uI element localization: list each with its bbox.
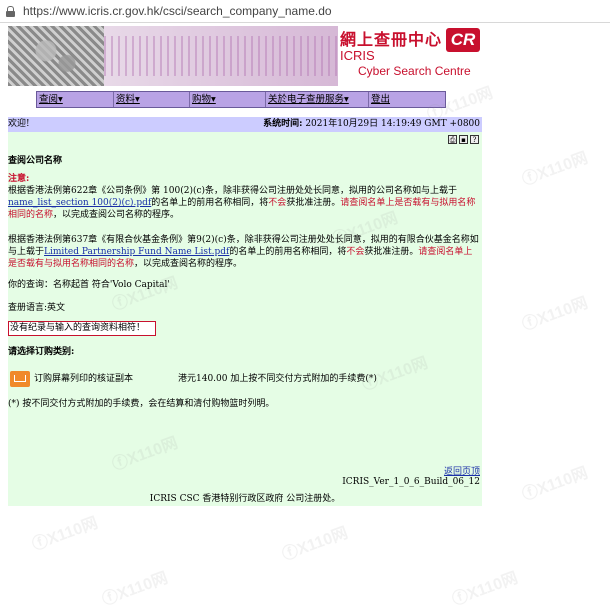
version-text: ICRIS_Ver_1_0_6_Build_06_12: [342, 477, 480, 487]
banner-subtitle: Cyber Search Centre: [358, 64, 471, 78]
order-item-label[interactable]: 订购屏幕列印的核证副本: [34, 373, 174, 385]
menu-item-about[interactable]: 关於电子查册服务▾: [266, 92, 369, 107]
language-line: 查册语言:英文: [8, 302, 480, 314]
para1-text-d: ，以完成查阅公司名称的程序。: [53, 210, 180, 220]
address-bar[interactable]: https://www.icris.cr.gov.hk/csci/search_…: [0, 0, 610, 23]
page-title: 查阅公司名称: [8, 156, 63, 166]
page-tools: ⎙ ▪ ?: [448, 135, 479, 144]
system-time-value: 2021年10月29日 14:19:49 GMT +0800: [305, 119, 480, 129]
query-label: 你的查询：: [8, 280, 54, 290]
order-item-price: 港元140.00 加上按不同交付方式附加的手续费(*): [178, 374, 377, 384]
order-title: 请选择订购类别:: [8, 347, 75, 357]
banner-image-middle: [104, 26, 338, 86]
cr-logo: CR: [446, 28, 480, 52]
para2-text-c: 获批准注册。: [364, 247, 419, 257]
print-icon[interactable]: ⎙: [448, 135, 457, 144]
query-value: 名称起首 符合'Volo Capital': [53, 280, 170, 290]
watermark: ⓕX110网: [30, 514, 101, 555]
help-icon[interactable]: ?: [470, 135, 479, 144]
notice-paragraph-1: 根据香港法例第622章《公司条例》第 100(2)(c)条，除非获得公司注册处处…: [8, 185, 480, 221]
lock-icon: [6, 6, 15, 17]
para2-text-d: ，以完成查阅名称的程序。: [134, 259, 243, 269]
main-content: 欢迎! 系统时间: 2021年10月29日 14:19:49 GMT +0800…: [8, 117, 482, 506]
back-to-top-link[interactable]: 返回页顶: [444, 464, 480, 477]
save-icon[interactable]: ▪: [459, 135, 468, 144]
watermark: ⓕX110网: [100, 569, 171, 610]
footer-text: ICRIS CSC 香港特别行政区政府 公司注册处。: [149, 494, 341, 504]
watermark: ⓕX110网: [450, 569, 521, 610]
watermark: ⓕX110网: [280, 524, 351, 565]
watermark: ⓕX110网: [520, 294, 591, 335]
name-list-link[interactable]: name_list_section 100(2)(c).pdf: [8, 198, 151, 208]
system-time: 系统时间: 2021年10月29日 14:19:49 GMT +0800: [263, 117, 480, 132]
no-record-message: 没有纪录与输入的查询资料相符！: [8, 321, 156, 336]
main-menu: 查阅▾ 资料▾ 购物▾ 关於电子查册服务▾ 登出: [36, 91, 446, 108]
system-time-label: 系统时间:: [263, 119, 303, 129]
notice-paragraph-2: 根据香港法例第637章《有限合伙基金条例》第9(2)(c)条，除非获得公司注册处…: [8, 234, 480, 270]
shopping-cart-icon[interactable]: [10, 371, 30, 387]
watermark: ⓕX110网: [520, 149, 591, 190]
menu-item-logout[interactable]: 登出: [369, 92, 445, 107]
para1-text-c: 获批准注册。: [286, 198, 341, 208]
language-label: 查册语言:: [8, 303, 48, 313]
banner-brand: ICRIS: [340, 48, 375, 63]
banner-title-cn: 網上查冊中心: [340, 30, 443, 49]
handling-fee-footnote: (*) 按不同交付方式附加的手续费，会在结算和清付购物篮时列明。: [8, 399, 275, 409]
site-banner: 網上查冊中心 CR ICRIS Cyber Search Centre: [8, 26, 482, 86]
url-text[interactable]: https://www.icris.cr.gov.hk/csci/search_…: [23, 4, 332, 18]
menu-item-shopping[interactable]: 购物▾: [190, 92, 266, 107]
para1-not-word: 不会: [268, 198, 287, 208]
welcome-text: 欢迎!: [8, 119, 30, 129]
note-label: 注意:: [8, 174, 30, 184]
banner-image-left: [8, 26, 104, 86]
lpf-name-list-link[interactable]: Limited Partnership Fund Name List.pdf: [44, 247, 229, 257]
language-value: 英文: [47, 303, 66, 313]
menu-item-info[interactable]: 资料▾: [114, 92, 190, 107]
menu-item-search[interactable]: 查阅▾: [37, 92, 114, 107]
query-line: 你的查询：名称起首 符合'Volo Capital': [8, 279, 480, 291]
watermark: ⓕX110网: [520, 464, 591, 505]
para1-text-b: 的名单上的前用名称相同，将: [151, 198, 269, 208]
banner-logo-area: 網上查冊中心 CR ICRIS Cyber Search Centre: [338, 26, 482, 86]
para2-not-word: 不会: [346, 247, 365, 257]
para1-text-a: 根据香港法例第622章《公司条例》第 100(2)(c)条，除非获得公司注册处处…: [8, 186, 458, 196]
para2-text-b: 的名单上的前用名称相同，将: [229, 247, 347, 257]
status-row: 欢迎! 系统时间: 2021年10月29日 14:19:49 GMT +0800: [8, 117, 482, 132]
